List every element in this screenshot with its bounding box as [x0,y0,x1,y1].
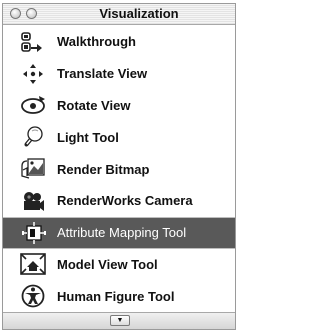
tool-label: Attribute Mapping Tool [57,225,187,241]
tool-label: Render Bitmap [57,161,150,177]
tool-label: Rotate View [57,97,131,113]
tool-label: Model View Tool [57,256,158,272]
human-figure-icon [15,282,51,310]
tool-label: Human Figure Tool [57,288,175,304]
tool-render-bitmap[interactable]: Render Bitmap [3,153,235,185]
tool-rotate-view[interactable]: Rotate View [3,90,235,122]
tool-label: Translate View [57,66,148,82]
tool-light[interactable]: Light Tool [3,121,235,153]
tool-label: Walkthrough [57,34,136,50]
visualization-palette: Visualization Walkthrough Translate View… [2,3,236,330]
tool-attribute-mapping[interactable]: Attribute Mapping Tool [3,216,235,249]
tool-label: Light Tool [57,129,119,145]
tool-walkthrough[interactable]: Walkthrough [3,26,235,58]
palette-footer: ▼ [3,312,235,329]
expand-button[interactable]: ▼ [110,315,130,326]
tool-list: Walkthrough Translate View Rotate View L… [3,26,235,312]
tool-renderworks-camera[interactable]: RenderWorks Camera [3,185,235,217]
light-bulb-icon [15,123,51,151]
model-view-icon [15,250,51,278]
tool-translate-view[interactable]: Translate View [3,58,235,90]
walkthrough-icon [15,28,51,56]
rotate-view-icon [15,91,51,119]
title-bar[interactable]: Visualization [3,4,235,25]
close-button[interactable] [10,8,21,19]
palette-title: Visualization [99,6,179,21]
attribute-mapping-icon [15,219,51,247]
tool-human-figure[interactable]: Human Figure Tool [3,280,235,312]
collapse-button[interactable] [26,8,37,19]
tool-model-view[interactable]: Model View Tool [3,249,235,281]
translate-view-icon [15,60,51,88]
camera-icon [15,187,51,215]
tool-label: RenderWorks Camera [57,193,193,209]
render-bitmap-icon [15,155,51,183]
